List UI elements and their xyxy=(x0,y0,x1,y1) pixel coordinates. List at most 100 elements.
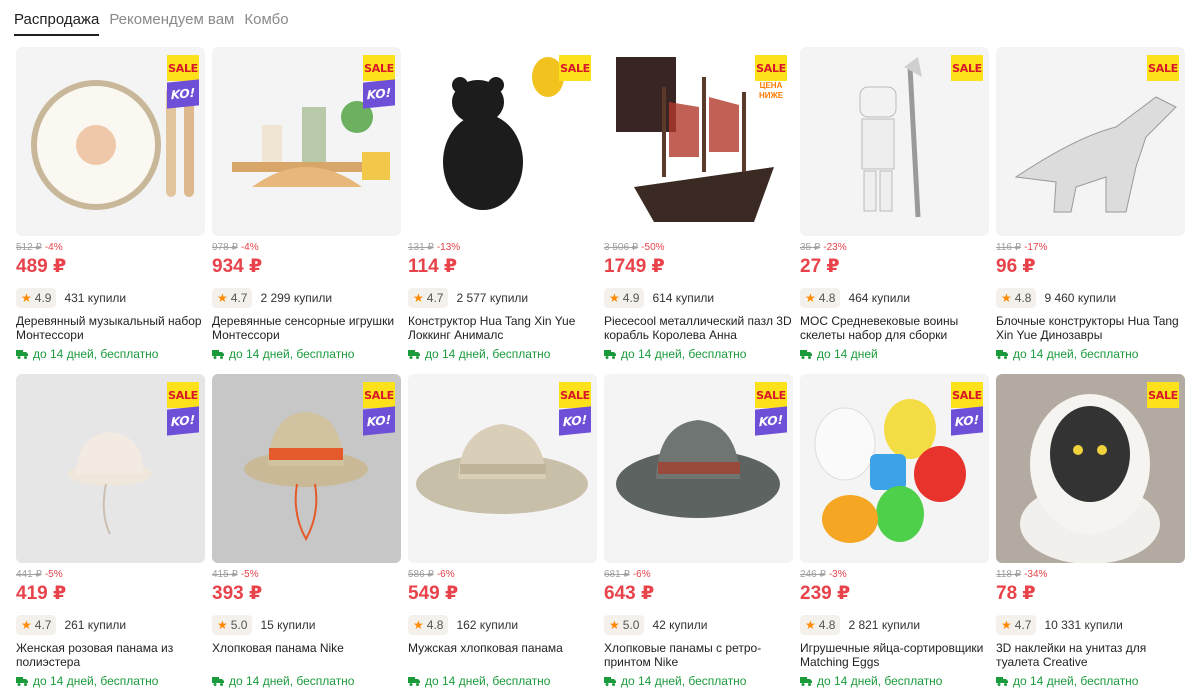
product-image[interactable]: SALE ЦЕНА НИЖЕ xyxy=(604,47,793,236)
old-price-row: 131 ₽ -13% xyxy=(408,242,597,254)
product-image[interactable]: SALE KO! xyxy=(408,374,597,563)
product-image[interactable]: SALE KO! xyxy=(604,374,793,563)
delivery-info: до 14 дней, бесплатно xyxy=(408,347,597,361)
sale-badge: SALE xyxy=(1147,382,1179,408)
rating-value: 4.9 xyxy=(622,291,640,305)
product-title[interactable]: Деревянные сенсорные игрушки Монтессори xyxy=(212,314,401,342)
rating-badge: ★ 4.8 xyxy=(996,288,1037,308)
rating-badge: ★ 5.0 xyxy=(604,615,645,635)
tab-recommended[interactable]: Рекомендуем вам xyxy=(109,0,234,36)
product-image[interactable]: SALE xyxy=(996,47,1185,236)
ko-badge: KO! xyxy=(363,79,395,109)
product-image[interactable]: SALE KO! xyxy=(16,374,205,563)
product-card[interactable]: SALE 131 ₽ -13% 114 ₽ ★ 4.7 2 577 купили К… xyxy=(408,47,597,364)
discount-percent: -13% xyxy=(436,242,461,253)
product-image[interactable]: SALE xyxy=(800,47,989,236)
product-card[interactable]: SALE KO! 246 ₽ -3% 239 ₽ ★ 4.8 2 821 купили… xyxy=(800,374,989,691)
old-price-row: 586 ₽ -6% xyxy=(408,569,597,581)
current-price: 27 ₽ xyxy=(800,256,840,277)
rating-badge: ★ 4.8 xyxy=(800,615,841,635)
product-image[interactable]: SALE xyxy=(996,374,1185,563)
old-price: 978 ₽ xyxy=(212,242,238,253)
product-title[interactable]: Мужская хлопковая панама xyxy=(408,641,597,669)
rating-row: ★ 4.7 10 331 купили xyxy=(996,615,1185,635)
product-card[interactable]: SALE KO! 415 ₽ -5% 393 ₽ ★ 5.0 15 купили Хл… xyxy=(212,374,401,691)
star-icon: ★ xyxy=(805,291,816,305)
product-title[interactable]: Piececool металлический пазл 3D корабль … xyxy=(604,314,793,342)
truck-icon xyxy=(800,676,812,686)
truck-icon xyxy=(408,349,420,359)
product-image[interactable]: SALE KO! xyxy=(212,374,401,563)
ko-badge: KO! xyxy=(363,406,395,436)
current-price: 96 ₽ xyxy=(996,256,1036,277)
ko-badge: KO! xyxy=(951,406,983,436)
old-price-row: 978 ₽ -4% xyxy=(212,242,401,254)
old-price-row: 3 506 ₽ -50% xyxy=(604,242,793,254)
rating-badge: ★ 4.8 xyxy=(800,288,841,308)
current-price: 114 ₽ xyxy=(408,256,458,277)
delivery-info: до 14 дней, бесплатно xyxy=(16,347,205,361)
product-card[interactable]: SALE 116 ₽ -17% 96 ₽ ★ 4.8 9 460 купили Бл… xyxy=(996,47,1185,364)
old-price-row: 116 ₽ -17% xyxy=(996,242,1185,254)
rating-badge: ★ 4.9 xyxy=(16,288,57,308)
old-price: 512 ₽ xyxy=(16,242,42,253)
discount-percent: -3% xyxy=(828,569,847,580)
product-image[interactable]: SALE KO! xyxy=(16,47,205,236)
old-price: 681 ₽ xyxy=(604,569,630,580)
product-card[interactable]: SALE 118 ₽ -34% 78 ₽ ★ 4.7 10 331 купили 3… xyxy=(996,374,1185,691)
rating-badge: ★ 5.0 xyxy=(212,615,253,635)
product-card[interactable]: SALE ЦЕНА НИЖЕ 3 506 ₽ -50% 1749 ₽ ★ 4.9 61… xyxy=(604,47,793,364)
product-card[interactable]: SALE KO! 681 ₽ -6% 643 ₽ ★ 5.0 42 купили Хл… xyxy=(604,374,793,691)
truck-icon xyxy=(604,349,616,359)
old-price: 415 ₽ xyxy=(212,569,238,580)
product-title[interactable]: 3D наклейки на унитаз для туалета Creati… xyxy=(996,641,1185,669)
rating-badge: ★ 4.9 xyxy=(604,288,645,308)
tab-sale[interactable]: Распродажа xyxy=(14,0,100,36)
product-image[interactable]: SALE xyxy=(408,47,597,236)
old-price: 3 506 ₽ xyxy=(604,242,639,253)
product-title[interactable]: Хлопковые панамы с ретро-принтом Nike xyxy=(604,641,793,669)
product-title[interactable]: MOC Средневековые воины скелеты набор дл… xyxy=(800,314,989,342)
ko-badge: KO! xyxy=(755,406,787,436)
discount-percent: -6% xyxy=(632,569,651,580)
truck-icon xyxy=(604,676,616,686)
sale-badge: SALE xyxy=(167,382,199,408)
ko-badge: KO! xyxy=(167,406,199,436)
product-title[interactable]: Блочные конструкторы Hua Tang Xin Yue Ди… xyxy=(996,314,1185,342)
ko-badge: KO! xyxy=(559,406,591,436)
discount-percent: -6% xyxy=(436,569,455,580)
old-price-row: 441 ₽ -5% xyxy=(16,569,205,581)
purchase-count: 42 купили xyxy=(652,618,708,632)
rating-badge: ★ 4.7 xyxy=(16,615,57,635)
star-icon: ★ xyxy=(413,291,424,305)
discount-percent: -17% xyxy=(1024,242,1048,253)
product-title[interactable]: Хлопковая панама Nike xyxy=(212,641,401,669)
product-card[interactable]: SALE KO! 441 ₽ -5% 419 ₽ ★ 4.7 261 купили Ж… xyxy=(16,374,205,691)
product-title[interactable]: Деревянный музыкальный набор Монтессори xyxy=(16,314,205,342)
product-image[interactable]: SALE KO! xyxy=(212,47,401,236)
purchase-count: 162 купили xyxy=(456,618,519,632)
rating-value: 4.8 xyxy=(818,618,836,632)
tab-combo[interactable]: Комбо xyxy=(244,0,288,36)
old-price: 131 ₽ xyxy=(408,242,434,253)
discount-percent: -50% xyxy=(641,242,665,253)
purchase-count: 15 купили xyxy=(260,618,316,632)
product-image[interactable]: SALE KO! xyxy=(800,374,989,563)
product-title[interactable]: Женская розовая панама из полиэстера xyxy=(16,641,205,669)
star-icon: ★ xyxy=(805,618,816,632)
product-card[interactable]: SALE KO! 978 ₽ -4% 934 ₽ ★ 4.7 2 299 купили… xyxy=(212,47,401,364)
product-title[interactable]: Игрушечные яйца-сортировщики Matching Eg… xyxy=(800,641,989,669)
star-icon: ★ xyxy=(609,291,620,305)
truck-icon xyxy=(16,349,28,359)
star-icon: ★ xyxy=(217,618,228,632)
product-title[interactable]: Конструктор Hua Tang Xin Yue Локкинг Ани… xyxy=(408,314,597,342)
old-price: 441 ₽ xyxy=(16,569,42,580)
current-price: 419 ₽ xyxy=(16,583,67,604)
old-price-row: 415 ₽ -5% xyxy=(212,569,401,581)
current-price: 934 ₽ xyxy=(212,256,263,277)
star-icon: ★ xyxy=(21,291,32,305)
product-card[interactable]: SALE 35 ₽ -23% 27 ₽ ★ 4.8 464 купили MOC С… xyxy=(800,47,989,364)
product-card[interactable]: SALE KO! 586 ₽ -6% 549 ₽ ★ 4.8 162 купили М… xyxy=(408,374,597,691)
delivery-text: до 14 дней, бесплатно xyxy=(425,347,551,361)
product-card[interactable]: SALE KO! 512 ₽ -4% 489 ₽ ★ 4.9 431 купили Д… xyxy=(16,47,205,364)
